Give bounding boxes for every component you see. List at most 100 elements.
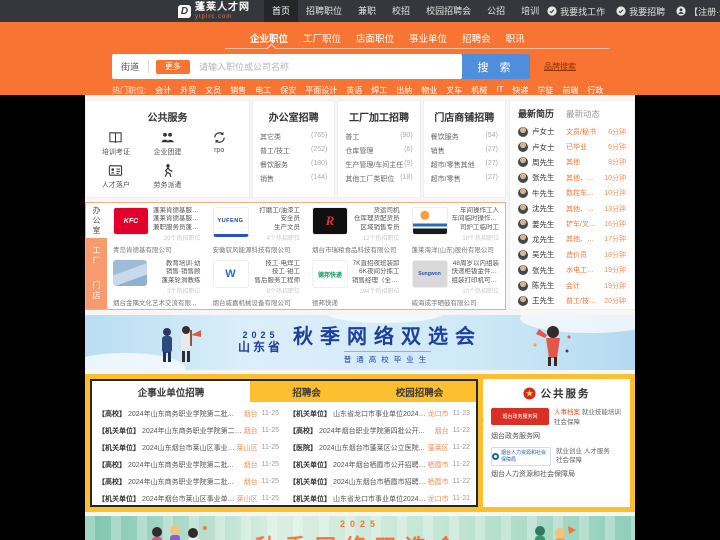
job-category-row[interactable]: 仓库管理 (6) xyxy=(338,144,419,158)
nav-public-recruit[interactable]: 公招 xyxy=(479,0,513,22)
hot-job-link[interactable]: 行政 xyxy=(587,85,603,96)
company-card[interactable]: 车间操作工人 车间临时操作工人 司炉工临时工 18个热招职位 蓬莱海洋(山东)股… xyxy=(406,203,506,256)
tab-office[interactable]: 办公室 xyxy=(86,203,107,239)
hot-job-link[interactable]: 销售 xyxy=(230,85,246,96)
hot-job-link[interactable]: 电工 xyxy=(255,85,271,96)
bulletin-item[interactable]: 【高校】 2024年山东商务职业学院第二批... 烟台 11-25 xyxy=(98,456,279,473)
bulletin-item[interactable]: 【医院】 2024山东烟台市蓬莱区公立医院... 蓬莱区 11-22 xyxy=(289,439,470,456)
bulletin-item[interactable]: 【机关单位】2024山东烟台市莱山区事业单位...莱山区11-25 xyxy=(98,439,279,456)
subnav-factory-jobs[interactable]: 工厂职位 xyxy=(303,31,341,46)
subnav-enterprise-jobs[interactable]: 企业职位 xyxy=(250,31,288,46)
subnav-store-jobs[interactable]: 店面职位 xyxy=(356,31,394,46)
login-register-link[interactable]: 【注册·登录】 xyxy=(676,5,720,18)
bulletin-item[interactable]: 【高校】 2024年山东商务职业学院第二批... 烟台 11-25 xyxy=(98,405,279,422)
subnav-job-news[interactable]: 职讯 xyxy=(506,31,525,46)
bulletin-item[interactable]: 【机关单位】2024年烟台市莱山区事业单位招...莱山区11-25 xyxy=(98,490,279,507)
nav-parttime[interactable]: 兼职 xyxy=(350,0,384,22)
resume-item[interactable]: 张先生 水电工、焊工 19分钟 xyxy=(518,263,626,278)
resume-item[interactable]: 王先生 普工/技工、其他 20分钟 xyxy=(518,293,626,308)
resume-item[interactable]: 沈先生 其他、物流、配送...13分钟 xyxy=(518,201,626,216)
nav-campus-fair[interactable]: 校园招聘会 xyxy=(418,0,479,22)
hot-job-link[interactable]: 文员 xyxy=(205,85,221,96)
bulletin-item[interactable]: 【高校】 2024年烟台职业学院第四批公开... 烟台 11-22 xyxy=(289,422,470,439)
nav-home[interactable]: 首页 xyxy=(264,0,299,22)
subnav-job-fair[interactable]: 招聘会 xyxy=(462,31,491,46)
more-button[interactable]: 更多 xyxy=(156,59,191,74)
job-category-row[interactable]: 普工 (90) xyxy=(338,130,419,144)
hot-job-link[interactable]: 外贸 xyxy=(180,85,196,96)
company-card[interactable]: 教育培训·幼 销售·销售顾 蓬莱轮滑教练 3个热招职位 烟台金隅文化艺术交流有限… xyxy=(107,256,207,309)
resume-item[interactable]: 张先生 其他、文员 10分钟 xyxy=(518,170,626,185)
nav-campus[interactable]: 校招 xyxy=(384,0,418,22)
bulletin-item[interactable]: 【机关单位】山东省龙口市事业单位2024年公...龙口市11-21 xyxy=(289,490,470,507)
job-category-row[interactable]: 生产管理/车间主任 (9) xyxy=(338,158,419,172)
hot-job-link[interactable]: 物业 xyxy=(421,85,437,96)
company-card[interactable]: KFC 蓬莱肯德基服务员 蓬莱肯德基服务员 兼职服务员蓬莱肯 20个热招职位 青… xyxy=(107,203,207,256)
hot-job-link[interactable]: 叉车 xyxy=(446,85,462,96)
resume-item[interactable]: 陈先生 会计 19分钟 xyxy=(518,278,626,293)
job-category-row[interactable]: 普工/技工 (252) xyxy=(253,144,334,158)
job-category-row[interactable]: 餐饮服务 (54) xyxy=(424,130,505,144)
resume-item[interactable]: 吴先生 造价员 18分钟 xyxy=(518,247,626,262)
hot-job-link[interactable]: 会计 xyxy=(155,85,171,96)
hot-job-link[interactable]: 快递 xyxy=(512,85,528,96)
autumn-fair-banner[interactable]: 2025 山东省 秋季网络双选会 普通高校毕业生 xyxy=(85,315,635,370)
hire-link[interactable]: 我要招聘 xyxy=(616,5,665,18)
nav-training[interactable]: 培训 xyxy=(513,0,547,22)
hot-job-link[interactable]: 出纳 xyxy=(396,85,412,96)
bulletin-item[interactable]: 【机关单位】2024山东烟台市栖霞市招聘社区...栖霞市11-22 xyxy=(289,473,470,490)
job-category-row[interactable]: 其它类 (765) xyxy=(253,130,334,144)
service-rpo[interactable]: rpo xyxy=(193,130,245,157)
job-category-row[interactable]: 销售 (144) xyxy=(253,172,334,186)
service-team-building[interactable]: 企业团建 xyxy=(142,130,194,157)
job-category-row[interactable]: 餐饮服务 (180) xyxy=(253,158,334,172)
service-entry[interactable]: 烟台人力资源和社会保障局 就业创业 人才服务 社会保障 烟台人力资源和社会保障局 xyxy=(491,446,622,480)
resume-item[interactable]: 卢女士 已毕业 6分钟 xyxy=(518,139,626,154)
hot-job-link[interactable]: 英语 xyxy=(346,85,362,96)
tab-institution-recruit[interactable]: 企事业单位招聘 xyxy=(92,381,251,402)
site-logo[interactable]: D 蓬莱人才网 ytplrc.com xyxy=(178,2,250,20)
job-category-row[interactable]: 其他工厂类职位 (18) xyxy=(338,172,419,186)
resume-item[interactable]: 卢女士 文员/秘书 6分钟 xyxy=(518,124,626,139)
tab-latest-activity[interactable]: 最新动态 xyxy=(566,108,600,120)
search-button[interactable]: 搜 索 xyxy=(462,54,530,79)
tab-store[interactable]: 门店 xyxy=(86,273,107,309)
service-training-cert[interactable]: 培训考证 xyxy=(90,130,142,157)
tab-campus-fair[interactable]: 校园招聘会 xyxy=(363,381,476,402)
bulletin-item[interactable]: 【高校】 2024年山东商务职业学院第二批... 烟台 11-25 xyxy=(98,473,279,490)
service-entry[interactable]: 烟台政务服务网 人事档案 就业技能培训 社会保障 烟台政务服务网 xyxy=(491,408,622,441)
search-input[interactable] xyxy=(197,60,462,73)
bulletin-item[interactable]: 【机关单位】山东省龙口市事业单位2024年11...龙口市11-23 xyxy=(289,405,470,422)
autumn-fair-banner-bottom[interactable]: 2025 秋季网络双选会 xyxy=(85,516,635,540)
job-category-row[interactable]: 超市/零售其他 (27) xyxy=(424,158,505,172)
tab-factory[interactable]: 工厂 xyxy=(86,238,107,274)
hot-job-link[interactable]: 学徒 xyxy=(537,85,553,96)
brand-search-link[interactable]: 品牌搜索 xyxy=(544,61,576,72)
nav-jobs[interactable]: 招聘职位 xyxy=(298,0,350,22)
hot-job-link[interactable]: 平面设计 xyxy=(305,85,337,96)
subnav-public-institution[interactable]: 事业单位 xyxy=(409,31,447,46)
hot-job-link[interactable]: 前端 xyxy=(562,85,578,96)
tab-latest-resumes[interactable]: 最新简历 xyxy=(518,107,554,120)
region-selector[interactable]: 街道 xyxy=(112,60,148,73)
service-labor-dispatch[interactable]: 劳务派遣 xyxy=(142,163,194,190)
resume-item[interactable]: 龙先生 其他、保安 17分钟 xyxy=(518,232,626,247)
hot-job-link[interactable]: 机械 xyxy=(471,85,487,96)
company-card[interactable]: W 技工·电焊工 技工·钳工 售后服务工程师 9个热招职位 烟台威嘉机械设备有限… xyxy=(207,256,307,309)
hot-job-link[interactable]: 焊工 xyxy=(371,85,387,96)
hot-job-link[interactable]: IT xyxy=(496,85,503,96)
company-card[interactable]: R 货运司机 仓库理货配货员 区域销售专员 12个热招职位 烟台市瑞粮食品科技有… xyxy=(306,203,406,256)
company-card[interactable]: YUFENG 打磨工/油漆工 安全员 生产文员 4个热招职位 安徽驭风能源科技有… xyxy=(207,203,307,256)
service-talent-settlement[interactable]: 人才落户 xyxy=(90,163,142,190)
tab-job-fair[interactable]: 招聘会 xyxy=(250,381,363,402)
hot-job-link[interactable]: 保安 xyxy=(280,85,296,96)
bulletin-item[interactable]: 【机关单位】 2024年山东商务职业学院第二批... 烟台 11-25 xyxy=(98,422,279,439)
job-category-row[interactable]: 超市/零售 (27) xyxy=(424,172,505,186)
resume-item[interactable]: 周先生 其他 8分钟 xyxy=(518,155,626,170)
resume-item[interactable]: 姜先生 铲车/叉车工 16分钟 xyxy=(518,216,626,231)
bulletin-item[interactable]: 【机关单位】2024年烟台栖霞市公开招聘社区...栖霞市11-22 xyxy=(289,456,470,473)
company-card[interactable]: Sungwon 48周岁以内组装 快递柜钣金件有班车 组装打印机可安排 10个热… xyxy=(406,256,506,309)
company-card[interactable]: 德邦快递 7K直招夜班装卸 6K夜间分拣工 销售经理（全四川 194个热招职位 … xyxy=(306,256,406,309)
find-job-link[interactable]: 我要找工作 xyxy=(547,5,605,18)
job-category-row[interactable]: 销售 (27) xyxy=(424,144,505,158)
